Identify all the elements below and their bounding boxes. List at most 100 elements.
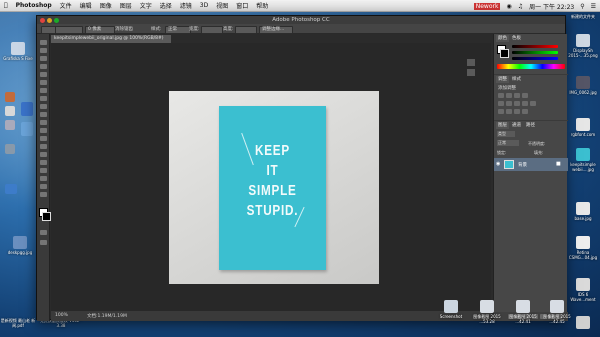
list-icon[interactable]: ☰ bbox=[591, 3, 596, 10]
path-select-tool-icon[interactable] bbox=[40, 168, 47, 173]
desktop-icon[interactable] bbox=[4, 106, 16, 117]
menu-3d[interactable]: 3D bbox=[200, 2, 208, 9]
desktop-icon[interactable]: deskpgg.jpg bbox=[2, 236, 38, 255]
volume-icon[interactable]: ♫ bbox=[518, 3, 523, 10]
shape-tool-icon[interactable] bbox=[40, 176, 47, 181]
tab-styles[interactable]: 样式 bbox=[510, 76, 523, 83]
desktop-icon[interactable]: Screenshot bbox=[434, 300, 468, 319]
search-icon[interactable]: ⚲ bbox=[580, 3, 584, 10]
selection-mode-icons[interactable] bbox=[55, 26, 83, 34]
type-tool-icon[interactable] bbox=[40, 160, 47, 165]
desktop-icon[interactable]: 图像截图 2015 ...42.45 bbox=[540, 300, 574, 324]
curves-adjust-icon[interactable] bbox=[514, 93, 520, 98]
antialias-checkbox[interactable]: 消除锯齿 bbox=[115, 26, 133, 32]
lasso-tool-icon[interactable] bbox=[40, 56, 47, 61]
eyedropper-tool-icon[interactable] bbox=[40, 80, 47, 85]
desktop-icon[interactable] bbox=[4, 144, 16, 155]
menu-type[interactable]: 文字 bbox=[140, 1, 152, 10]
width-field[interactable] bbox=[201, 26, 223, 34]
blur-tool-icon[interactable] bbox=[40, 136, 47, 141]
blue-slider[interactable] bbox=[512, 57, 558, 60]
close-window-button[interactable] bbox=[40, 18, 45, 23]
layer-row-background[interactable]: ◉ 背景 ■ bbox=[494, 158, 568, 171]
desktop-icon[interactable]: base.jpg bbox=[566, 202, 600, 221]
desktop-icon[interactable] bbox=[20, 102, 34, 117]
minimize-window-button[interactable] bbox=[47, 18, 52, 23]
levels-adjust-icon[interactable] bbox=[506, 93, 512, 98]
crop-tool-icon[interactable] bbox=[40, 72, 47, 77]
brush-tool-icon[interactable] bbox=[40, 96, 47, 101]
background-color-swatch[interactable] bbox=[42, 212, 51, 221]
menu-clock[interactable]: 周一 下午 22:23 bbox=[529, 2, 574, 11]
feather-field[interactable]: 0 像素 bbox=[85, 26, 115, 34]
blend-mode-select[interactable]: 正常 bbox=[497, 140, 519, 146]
layer-filter-select[interactable]: 类型 bbox=[497, 131, 515, 137]
desktop-icon[interactable]: 新建的文件夹 bbox=[566, 14, 600, 19]
desktop-icon[interactable] bbox=[4, 120, 16, 131]
tab-color[interactable]: 颜色 bbox=[496, 35, 509, 42]
desktop-icon[interactable]: Grafiska S Fixe bbox=[0, 42, 36, 61]
menu-file[interactable]: 文件 bbox=[60, 1, 72, 10]
move-tool-icon[interactable] bbox=[40, 40, 47, 45]
threshold-adjust-icon[interactable] bbox=[514, 109, 520, 114]
desktop-icon[interactable]: 是新视频 最山老 新闻.pdf bbox=[0, 318, 36, 328]
tab-swatches[interactable]: 色板 bbox=[510, 35, 523, 42]
tab-layers[interactable]: 图层 bbox=[496, 122, 509, 129]
desktop-icon[interactable]: 图像截图 2015 ...42.41 bbox=[506, 300, 540, 324]
menu-app-photoshop[interactable]: Photoshop bbox=[16, 2, 52, 9]
refine-edge-button[interactable]: 调整边缘... bbox=[259, 26, 293, 34]
apple-menu-icon[interactable]:  bbox=[4, 2, 8, 9]
vibrance-adjust-icon[interactable] bbox=[498, 101, 504, 106]
brightness-adjust-icon[interactable] bbox=[498, 93, 504, 98]
zoom-level[interactable]: 100% bbox=[55, 313, 68, 318]
color-bg-swatch[interactable] bbox=[500, 49, 509, 58]
desktop-icon[interactable] bbox=[4, 184, 18, 195]
menu-view[interactable]: 视图 bbox=[216, 1, 228, 10]
desktop-icon[interactable]: 图像截图 2015 ...53.28 bbox=[470, 300, 504, 324]
desktop-icon[interactable]: IDS 6 Wave...ment bbox=[566, 278, 600, 302]
doc-info[interactable]: 文档:1.19M/1.19M bbox=[87, 313, 127, 319]
hand-tool-icon[interactable] bbox=[40, 184, 47, 189]
desktop-icon[interactable]: Retina CSMG...04.jpg bbox=[566, 236, 600, 260]
clone-stamp-tool-icon[interactable] bbox=[40, 104, 47, 109]
history-brush-tool-icon[interactable] bbox=[40, 112, 47, 117]
desktop-icon[interactable]: keepitsimple webii....jpg bbox=[566, 148, 600, 172]
desktop-icon[interactable] bbox=[4, 92, 16, 103]
tab-adjustments[interactable]: 调整 bbox=[496, 76, 509, 83]
eye-icon[interactable]: ◉ bbox=[496, 161, 500, 167]
desktop-icon[interactable]: DisplaySh 2015-...35.png bbox=[566, 34, 600, 58]
dodge-tool-icon[interactable] bbox=[40, 144, 47, 149]
menu-select[interactable]: 选择 bbox=[160, 1, 172, 10]
gradient-map-adjust-icon[interactable] bbox=[522, 109, 528, 114]
bw-adjust-icon[interactable] bbox=[522, 101, 528, 106]
green-slider[interactable] bbox=[512, 51, 558, 54]
desktop-icon[interactable]: rgbfont.com bbox=[566, 118, 600, 137]
zoom-tool-icon[interactable] bbox=[40, 192, 47, 197]
desktop-icon[interactable]: IMG_0062.jpg bbox=[566, 76, 600, 95]
tab-channels[interactable]: 通道 bbox=[510, 122, 523, 129]
posterize-adjust-icon[interactable] bbox=[506, 109, 512, 114]
menu-edit[interactable]: 编辑 bbox=[80, 1, 92, 10]
gradient-tool-icon[interactable] bbox=[40, 128, 47, 133]
marquee-tool-icon[interactable] bbox=[40, 48, 47, 53]
exposure-adjust-icon[interactable] bbox=[522, 93, 528, 98]
tab-paths[interactable]: 路径 bbox=[524, 122, 537, 129]
eraser-tool-icon[interactable] bbox=[40, 120, 47, 125]
invert-adjust-icon[interactable] bbox=[498, 109, 504, 114]
balance-adjust-icon[interactable] bbox=[514, 101, 520, 106]
menu-layer[interactable]: 图层 bbox=[120, 1, 132, 10]
canvas-area[interactable]: KEEP IT SIMPLE STUPID. bbox=[51, 43, 491, 311]
document-tab[interactable]: keepitsimplewebii_original.jpg @ 100%(RG… bbox=[51, 35, 171, 43]
desktop-icon[interactable] bbox=[20, 122, 34, 137]
menu-image[interactable]: 图像 bbox=[100, 1, 112, 10]
pen-tool-icon[interactable] bbox=[40, 152, 47, 157]
red-slider[interactable] bbox=[512, 45, 558, 48]
style-select[interactable]: 正常 bbox=[165, 26, 191, 34]
menu-filter[interactable]: 滤镜 bbox=[180, 1, 192, 10]
height-field[interactable] bbox=[235, 26, 257, 34]
color-spectrum[interactable] bbox=[497, 64, 565, 69]
photo-filter-adjust-icon[interactable] bbox=[530, 101, 536, 106]
quick-select-tool-icon[interactable] bbox=[40, 64, 47, 69]
hue-adjust-icon[interactable] bbox=[506, 101, 512, 106]
menu-window[interactable]: 窗口 bbox=[236, 1, 248, 10]
